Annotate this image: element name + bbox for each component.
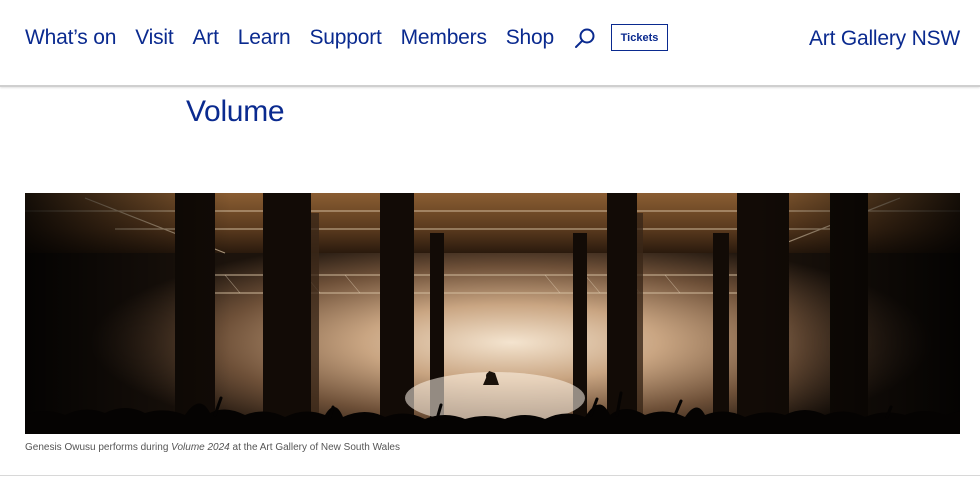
caption-text-end: at the Art Gallery of New South Wales <box>229 442 401 453</box>
divider <box>0 475 980 476</box>
brand-logo[interactable]: Art Gallery NSW <box>809 27 960 51</box>
nav-item-members[interactable]: Members <box>401 26 487 50</box>
hero-image <box>25 193 960 434</box>
page-title: Volume <box>186 95 285 128</box>
hero-caption: Genesis Owusu performs during Volume 202… <box>25 442 400 453</box>
search-icon <box>575 28 595 48</box>
caption-event-name: Volume 2024 <box>171 442 230 453</box>
main-nav: What’s on Visit Art Learn Support Member… <box>25 24 668 51</box>
nav-item-art[interactable]: Art <box>193 26 219 50</box>
site-header: What’s on Visit Art Learn Support Member… <box>0 0 980 87</box>
tickets-button[interactable]: Tickets <box>611 24 668 51</box>
nav-item-visit[interactable]: Visit <box>135 26 173 50</box>
nav-item-whats-on[interactable]: What’s on <box>25 26 116 50</box>
concert-photo <box>25 193 960 434</box>
nav-item-support[interactable]: Support <box>309 26 381 50</box>
caption-text-start: Genesis Owusu performs during <box>25 442 172 453</box>
nav-item-shop[interactable]: Shop <box>506 26 554 50</box>
search-button[interactable] <box>573 26 597 50</box>
nav-item-learn[interactable]: Learn <box>238 26 291 50</box>
